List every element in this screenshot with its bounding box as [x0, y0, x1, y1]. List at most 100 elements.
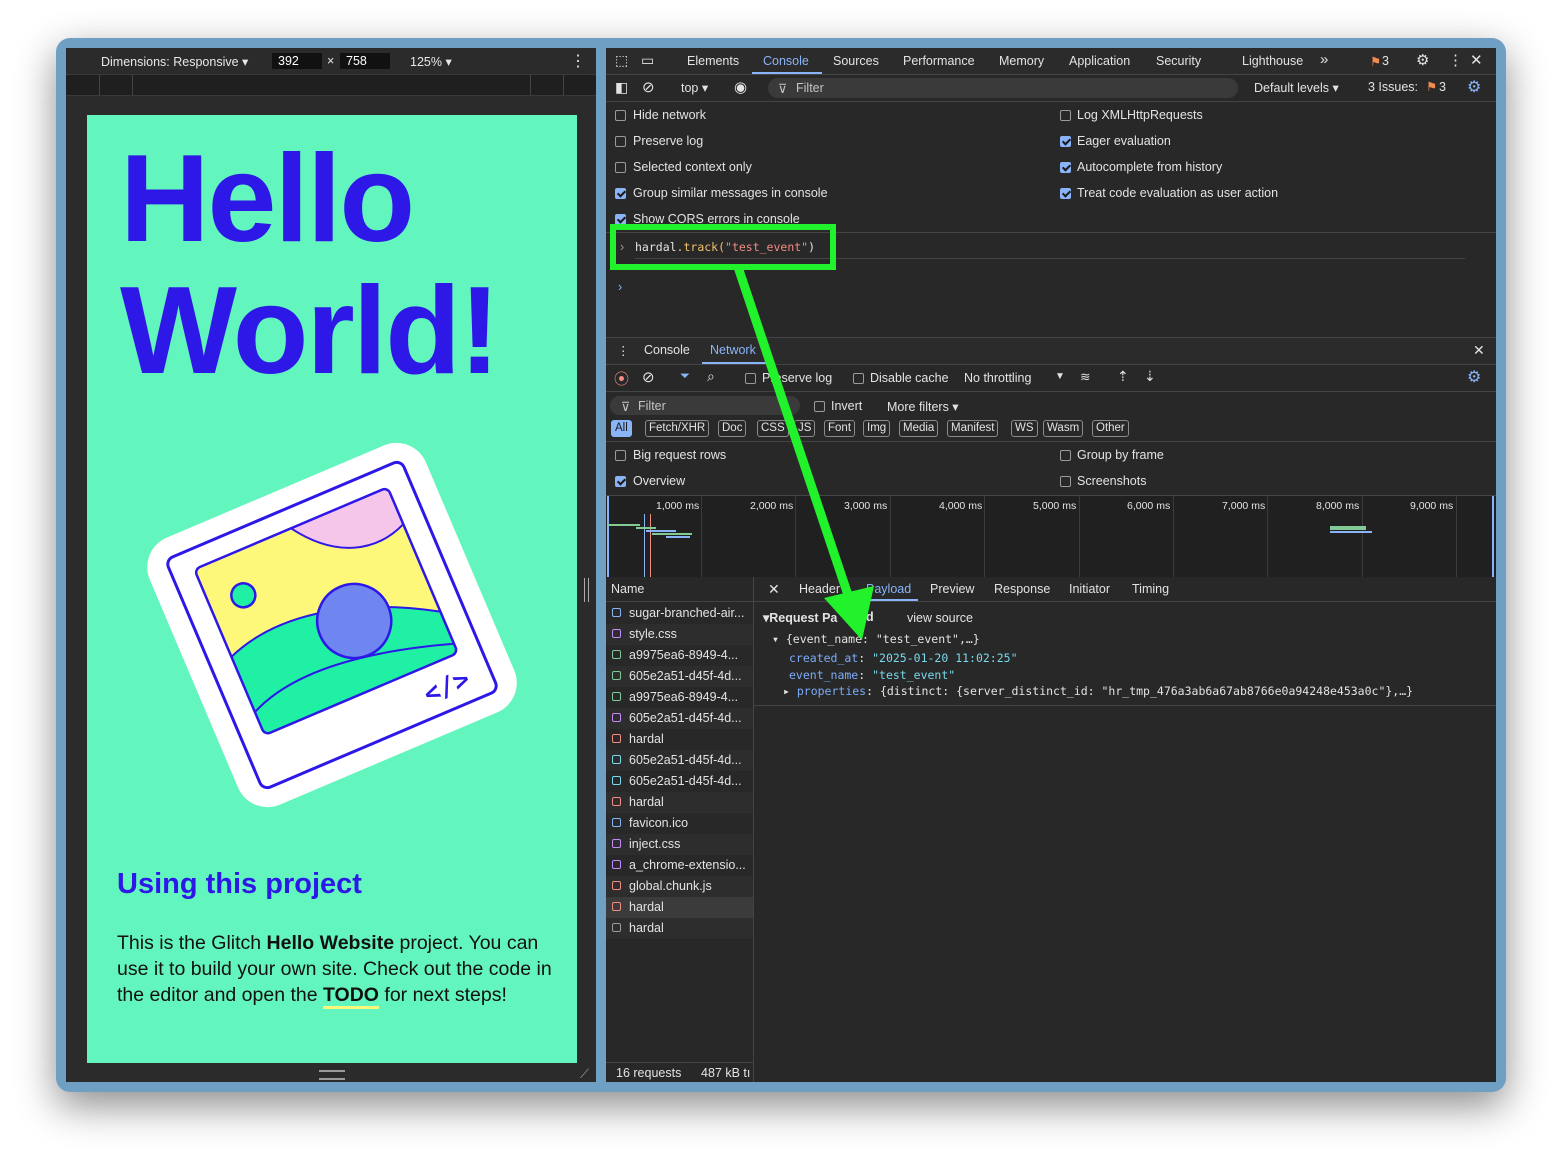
- big-rows-checkbox[interactable]: [615, 450, 626, 461]
- issues-flag-icon[interactable]: ⚑: [1370, 54, 1381, 69]
- type-filter-fetch-xhr[interactable]: Fetch/XHR: [645, 420, 710, 437]
- type-filter-other[interactable]: Other: [1092, 420, 1129, 437]
- more-options-icon[interactable]: ⋮: [570, 51, 586, 71]
- network-filter-input[interactable]: ⊽ Filter: [610, 396, 800, 415]
- console-settings-icon[interactable]: ⚙: [1467, 77, 1481, 97]
- request-row[interactable]: favicon.ico: [606, 813, 753, 834]
- detail-tab-response[interactable]: Response: [994, 582, 1050, 596]
- autocomplete-history-checkbox[interactable]: [1060, 162, 1071, 173]
- detail-tab-headers[interactable]: Header: [799, 582, 840, 596]
- type-filter-js[interactable]: JS: [794, 420, 816, 437]
- type-filter-all[interactable]: All: [611, 420, 632, 437]
- sidebar-toggle-icon[interactable]: ◧: [615, 79, 628, 96]
- invert-checkbox[interactable]: [814, 401, 825, 412]
- pane-splitter[interactable]: [584, 578, 589, 602]
- payload-section-toggle[interactable]: ▾Request Pa: [763, 610, 837, 625]
- request-row[interactable]: a9975ea6-8949-4...: [606, 645, 753, 666]
- clear-network-icon[interactable]: ⊘: [642, 368, 655, 386]
- corner-resize-icon[interactable]: ⟋: [580, 1066, 589, 1082]
- log-levels-dropdown[interactable]: Default levels ▾: [1254, 80, 1339, 95]
- tab-performance[interactable]: Performance: [903, 54, 975, 68]
- inspect-icon[interactable]: ⬚: [615, 52, 628, 69]
- drawer-menu-icon[interactable]: ⋮: [617, 343, 630, 358]
- request-row[interactable]: hardal: [606, 729, 753, 750]
- width-input[interactable]: 392: [272, 53, 322, 69]
- detail-tab-preview[interactable]: Preview: [930, 582, 974, 596]
- show-cors-checkbox[interactable]: [615, 214, 626, 225]
- detail-tab-initiator[interactable]: Initiator: [1069, 582, 1110, 596]
- overview-right-handle[interactable]: [1492, 496, 1494, 578]
- overview-checkbox[interactable]: [615, 476, 626, 487]
- overview-left-handle[interactable]: [607, 496, 609, 578]
- tab-memory[interactable]: Memory: [999, 54, 1044, 68]
- record-stop-icon[interactable]: ⦿: [614, 368, 629, 389]
- network-settings-icon[interactable]: ⚙: [1467, 367, 1481, 387]
- issues-label[interactable]: 3 Issues:: [1368, 80, 1418, 94]
- console-filter-input[interactable]: ⊽ Filter: [768, 78, 1238, 98]
- settings-gear-icon[interactable]: ⚙: [1416, 51, 1429, 69]
- selected-context-checkbox[interactable]: [615, 162, 626, 173]
- tab-sources[interactable]: Sources: [833, 54, 879, 68]
- view-source-link[interactable]: view source: [907, 611, 973, 625]
- request-row[interactable]: a9975ea6-8949-4...: [606, 687, 753, 708]
- preserve-log-net-checkbox[interactable]: [745, 373, 756, 384]
- detail-tab-timing[interactable]: Timing: [1132, 582, 1169, 596]
- tab-lighthouse[interactable]: Lighthouse: [1242, 54, 1303, 68]
- type-filter-font[interactable]: Font: [824, 420, 856, 437]
- drawer-tab-console[interactable]: Console: [644, 343, 690, 357]
- request-row[interactable]: 605e2a51-d45f-4d...: [606, 750, 753, 771]
- preserve-log-checkbox[interactable]: [615, 136, 626, 147]
- type-filter-ws[interactable]: WS: [1011, 420, 1038, 437]
- request-row[interactable]: hardal: [606, 897, 753, 918]
- request-row[interactable]: style.css: [606, 624, 753, 645]
- device-toggle-icon[interactable]: ▭: [641, 52, 654, 69]
- request-row[interactable]: hardal: [606, 918, 753, 939]
- close-detail-icon[interactable]: ✕: [768, 581, 780, 598]
- type-filter-manifest[interactable]: Manifest: [947, 420, 999, 437]
- payload-summary-row[interactable]: ▾ {event_name: "test_event",…}: [772, 632, 980, 646]
- screenshots-checkbox[interactable]: [1060, 476, 1071, 487]
- request-row[interactable]: 605e2a51-d45f-4d...: [606, 771, 753, 792]
- clear-console-icon[interactable]: ⊘: [642, 78, 655, 96]
- request-row[interactable]: 605e2a51-d45f-4d...: [606, 666, 753, 687]
- treat-user-action-checkbox[interactable]: [1060, 188, 1071, 199]
- request-row[interactable]: 605e2a51-d45f-4d...: [606, 708, 753, 729]
- more-filters-dropdown[interactable]: More filters ▾: [887, 399, 959, 414]
- request-row[interactable]: sugar-branched-air...: [606, 603, 753, 624]
- network-overview-timeline[interactable]: 1,000 ms 2,000 ms 3,000 ms 4,000 ms 5,00…: [606, 495, 1496, 579]
- name-column-header[interactable]: Name: [611, 582, 644, 596]
- context-selector[interactable]: top ▾: [681, 80, 708, 95]
- group-frame-checkbox[interactable]: [1060, 450, 1071, 461]
- close-drawer-icon[interactable]: ✕: [1473, 342, 1485, 359]
- type-filter-doc[interactable]: Doc: [718, 420, 747, 437]
- group-similar-checkbox[interactable]: [615, 188, 626, 199]
- todo-link[interactable]: TODO: [323, 984, 379, 1009]
- detail-tab-payload[interactable]: Payload: [866, 582, 911, 596]
- height-input[interactable]: 758: [340, 53, 390, 69]
- type-filter-css[interactable]: CSS: [757, 420, 789, 437]
- import-har-icon[interactable]: ⇡: [1117, 368, 1129, 385]
- drawer-tab-network[interactable]: Network: [710, 343, 756, 357]
- console-next-prompt-icon[interactable]: ›: [618, 280, 622, 294]
- eager-eval-checkbox[interactable]: [1060, 136, 1071, 147]
- filter-toggle-icon[interactable]: ⏷: [680, 369, 690, 384]
- more-tabs-icon[interactable]: »: [1320, 51, 1328, 68]
- issues-badge-count[interactable]: 3: [1382, 54, 1389, 68]
- console-input-line[interactable]: › hardal.track("test_event"): [606, 236, 1496, 262]
- throttling-chevron-icon[interactable]: ▼: [1055, 371, 1065, 382]
- resize-handle[interactable]: [319, 1070, 345, 1080]
- request-row[interactable]: global.chunk.js: [606, 876, 753, 897]
- customize-menu-icon[interactable]: ⋮: [1448, 51, 1463, 69]
- dimensions-dropdown[interactable]: Dimensions: Responsive ▾: [101, 54, 248, 69]
- export-har-icon[interactable]: ⇣: [1144, 368, 1156, 385]
- disable-cache-checkbox[interactable]: [853, 373, 864, 384]
- network-conditions-icon[interactable]: ≋: [1080, 369, 1090, 384]
- issues-count[interactable]: 3: [1439, 80, 1446, 94]
- zoom-dropdown[interactable]: 125% ▾: [410, 54, 452, 69]
- type-filter-media[interactable]: Media: [899, 420, 939, 437]
- throttling-dropdown[interactable]: No throttling: [964, 371, 1031, 385]
- search-icon[interactable]: ⌕: [707, 368, 715, 385]
- request-row[interactable]: hardal: [606, 792, 753, 813]
- request-row[interactable]: a_chrome-extensio...: [606, 855, 753, 876]
- hide-network-checkbox[interactable]: [615, 110, 626, 121]
